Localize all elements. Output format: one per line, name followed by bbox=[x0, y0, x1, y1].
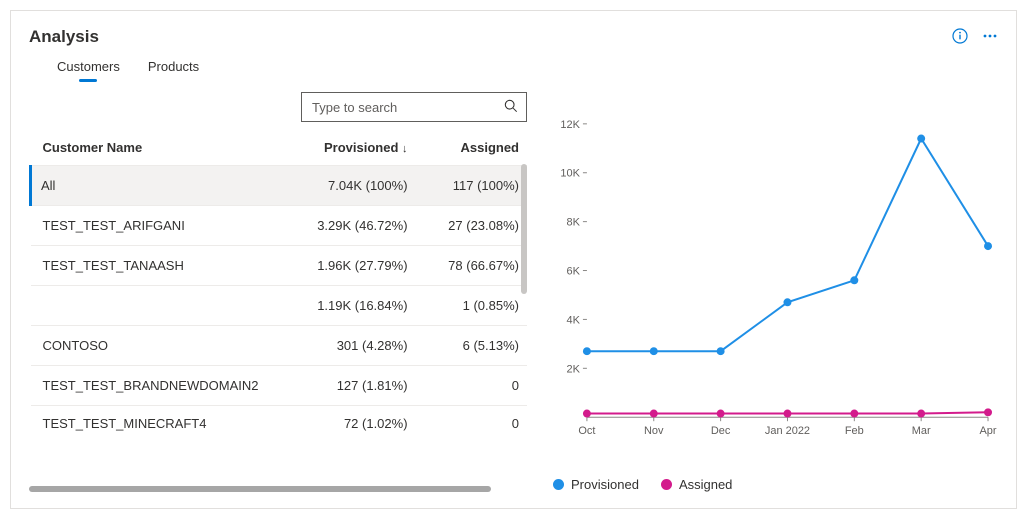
cell-prov: 3.29K (46.72%) bbox=[284, 206, 416, 246]
cell-asg: 78 (66.67%) bbox=[416, 246, 527, 286]
left-panel: Customer Name Provisioned ↓ Assigned All… bbox=[29, 92, 527, 492]
cell-asg: 0 bbox=[416, 406, 527, 434]
cell-name: All bbox=[31, 166, 284, 206]
table-row[interactable]: TEST_TEST_MINECRAFT4 72 (1.02%) 0 bbox=[31, 406, 528, 434]
search-box[interactable] bbox=[301, 92, 527, 122]
table-row-all[interactable]: All 7.04K (100%) 117 (100%) bbox=[31, 166, 528, 206]
cell-asg: 0 bbox=[416, 366, 527, 406]
cell-name: TEST_TEST_TANAASH bbox=[31, 246, 284, 286]
cell-name bbox=[31, 286, 284, 326]
chart-area: 2K 4K 6K 8K 10K 12K Oct Nov Dec Jan 2022 Feb Mar Apr bbox=[549, 92, 998, 469]
horizontal-scrollbar-track[interactable] bbox=[29, 486, 527, 492]
svg-text:Jan 2022: Jan 2022 bbox=[765, 425, 810, 437]
customers-table: Customer Name Provisioned ↓ Assigned All… bbox=[29, 130, 527, 433]
svg-text:Oct: Oct bbox=[578, 425, 595, 437]
table-row[interactable]: 1.19K (16.84%) 1 (0.85%) bbox=[31, 286, 528, 326]
svg-text:6K: 6K bbox=[567, 266, 581, 278]
cell-name: TEST_TEST_MINECRAFT4 bbox=[31, 406, 284, 434]
cell-prov: 72 (1.02%) bbox=[284, 406, 416, 434]
content: Customer Name Provisioned ↓ Assigned All… bbox=[29, 92, 998, 492]
cell-prov: 7.04K (100%) bbox=[284, 166, 416, 206]
header-actions bbox=[952, 28, 998, 47]
cell-prov: 1.19K (16.84%) bbox=[284, 286, 416, 326]
right-panel: 2K 4K 6K 8K 10K 12K Oct Nov Dec Jan 2022 Feb Mar Apr… bbox=[549, 92, 998, 492]
tabs: Customers Products bbox=[29, 59, 998, 80]
svg-text:2K: 2K bbox=[567, 363, 581, 375]
sort-down-icon: ↓ bbox=[402, 143, 408, 155]
cell-asg: 27 (23.08%) bbox=[416, 206, 527, 246]
col-header-assigned[interactable]: Assigned bbox=[416, 130, 527, 166]
cell-name: TEST_TEST_BRANDNEWDOMAIN2 bbox=[31, 366, 284, 406]
legend-item-provisioned[interactable]: Provisioned bbox=[553, 477, 639, 492]
cell-asg: 6 (5.13%) bbox=[416, 326, 527, 366]
cell-name: CONTOSO bbox=[31, 326, 284, 366]
more-icon[interactable] bbox=[982, 28, 998, 47]
chart-legend: Provisioned Assigned bbox=[549, 469, 998, 492]
cell-prov: 301 (4.28%) bbox=[284, 326, 416, 366]
legend-label: Provisioned bbox=[571, 477, 639, 492]
vertical-scrollbar[interactable] bbox=[521, 164, 527, 294]
tab-products[interactable]: Products bbox=[148, 59, 199, 80]
svg-text:Apr: Apr bbox=[979, 425, 996, 437]
line-chart: 2K 4K 6K 8K 10K 12K Oct Nov Dec Jan 2022 Feb Mar Apr bbox=[549, 92, 998, 469]
svg-text:Feb: Feb bbox=[845, 425, 864, 437]
card-header: Analysis bbox=[29, 27, 998, 47]
legend-label: Assigned bbox=[679, 477, 732, 492]
cell-prov: 1.96K (27.79%) bbox=[284, 246, 416, 286]
table-row[interactable]: CONTOSO 301 (4.28%) 6 (5.13%) bbox=[31, 326, 528, 366]
cell-asg: 117 (100%) bbox=[416, 166, 527, 206]
svg-text:Mar: Mar bbox=[912, 425, 931, 437]
legend-dot-assigned bbox=[661, 479, 672, 490]
search-icon[interactable] bbox=[504, 99, 518, 116]
table-scroll: Customer Name Provisioned ↓ Assigned All… bbox=[29, 130, 527, 484]
table-header-row: Customer Name Provisioned ↓ Assigned bbox=[31, 130, 528, 166]
svg-text:Dec: Dec bbox=[711, 425, 731, 437]
svg-text:4K: 4K bbox=[567, 314, 581, 326]
cell-name: TEST_TEST_ARIFGANI bbox=[31, 206, 284, 246]
legend-item-assigned[interactable]: Assigned bbox=[661, 477, 732, 492]
svg-text:10K: 10K bbox=[560, 168, 580, 180]
col-header-provisioned[interactable]: Provisioned ↓ bbox=[284, 130, 416, 166]
cell-asg: 1 (0.85%) bbox=[416, 286, 527, 326]
svg-text:Nov: Nov bbox=[644, 425, 664, 437]
col-header-name[interactable]: Customer Name bbox=[31, 130, 284, 166]
table-row[interactable]: TEST_TEST_TANAASH 1.96K (27.79%) 78 (66.… bbox=[31, 246, 528, 286]
search-input[interactable] bbox=[310, 99, 504, 116]
legend-dot-provisioned bbox=[553, 479, 564, 490]
cell-prov: 127 (1.81%) bbox=[284, 366, 416, 406]
horizontal-scrollbar-thumb[interactable] bbox=[29, 486, 491, 492]
table-row[interactable]: TEST_TEST_BRANDNEWDOMAIN2 127 (1.81%) 0 bbox=[31, 366, 528, 406]
info-icon[interactable] bbox=[952, 28, 968, 47]
analysis-card: Analysis Customers Products bbox=[10, 10, 1017, 509]
table-row[interactable]: TEST_TEST_ARIFGANI 3.29K (46.72%) 27 (23… bbox=[31, 206, 528, 246]
svg-text:8K: 8K bbox=[567, 217, 581, 229]
tab-customers[interactable]: Customers bbox=[57, 59, 120, 80]
card-title: Analysis bbox=[29, 27, 99, 47]
svg-text:12K: 12K bbox=[560, 119, 580, 131]
